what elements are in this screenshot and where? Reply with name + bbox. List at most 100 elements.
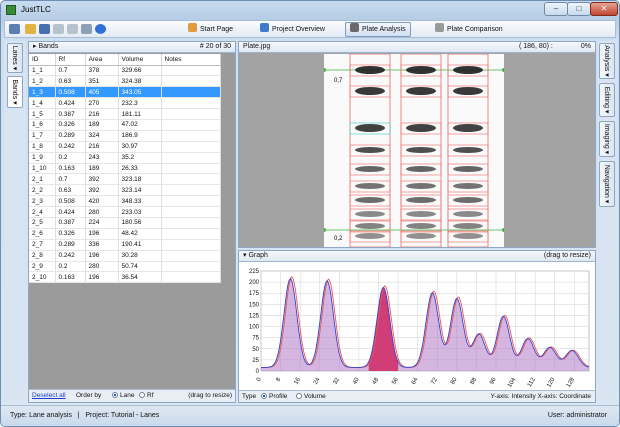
table-row[interactable]: 2_7 0.289 336 190.41 [29, 239, 221, 251]
table-row[interactable]: 2_5 0.387 224 180.56 [29, 217, 221, 229]
cell-rf: 0.326 [55, 119, 86, 131]
table-row[interactable]: 1_2 0.63 351 324.38 [29, 75, 221, 88]
col-volume[interactable]: Volume [118, 54, 162, 66]
cell-rf: 0.163 [55, 271, 86, 284]
table-row[interactable]: 2_9 0.2 280 50.74 [29, 261, 221, 273]
band-spot [355, 124, 385, 132]
plate-image[interactable]: 0,7 0,2 [324, 54, 504, 247]
side-tab-editing[interactable]: Editing ▾ [599, 83, 615, 117]
save-icon[interactable] [39, 24, 50, 34]
close-button[interactable]: ✕ [590, 2, 618, 16]
bands-footer: Deselect all Order by Lane Rf (drag to r… [29, 389, 235, 402]
side-tab-bands-label: Bands ▾ [11, 79, 18, 105]
status-left: Type: Lane analysis | Project: Tutorial … [10, 412, 160, 419]
order-lane-radio[interactable]: Lane [112, 390, 134, 402]
plate-zoom: 0% [580, 43, 591, 50]
graph-header: ▾ Graph (drag to resize) [239, 251, 595, 262]
table-row[interactable]: 1_4 0.424 270 232.3 [29, 97, 221, 110]
band-spot [355, 66, 385, 74]
table-row[interactable]: 1_3 0.508 405 343.05 [29, 86, 221, 99]
tab-start-page-label: Start Page [200, 26, 234, 33]
table-row[interactable]: 1_1 0.7 378 329.66 [29, 65, 221, 77]
table-row[interactable]: 2_10 0.163 196 36.54 [29, 271, 221, 284]
cell-volume: 329.66 [118, 65, 162, 77]
table-header-row: ID Rf Area Volume Notes [29, 54, 221, 66]
intensity-graph[interactable]: 0 25 50 75 100 125 150 175 200 225 0 8 16 24 32 40 48 56 6… [239, 263, 595, 391]
bands-header: ▸ Bands # 20 of 30 [29, 42, 235, 53]
col-notes[interactable]: Notes [161, 54, 221, 66]
band-spot [406, 197, 436, 203]
cell-area: 351 [85, 75, 119, 88]
minimize-button[interactable]: – [544, 2, 568, 16]
cell-notes [161, 163, 221, 175]
band-spot [406, 211, 436, 217]
band-spot [355, 233, 385, 239]
cell-id: 2_7 [29, 239, 56, 251]
table-row[interactable]: 2_6 0.326 196 48.42 [29, 228, 221, 240]
band-spot [453, 147, 483, 153]
side-tab-bands[interactable]: Bands ▾ [7, 76, 23, 108]
cell-rf: 0.163 [55, 163, 86, 175]
cell-id: 2_4 [29, 206, 56, 218]
radio-unchecked-icon [296, 393, 302, 399]
graph-profile-radio[interactable]: Profile [261, 391, 287, 402]
copy-icon[interactable] [67, 24, 78, 34]
cell-notes [161, 152, 221, 164]
cell-rf: 0.2 [55, 152, 86, 164]
tab-plate-comparison[interactable]: Plate Comparison [430, 22, 508, 37]
table-row[interactable]: 2_1 0.7 392 323.18 [29, 173, 221, 186]
open-folder-icon[interactable] [25, 24, 36, 34]
front-marker [324, 228, 326, 232]
cell-notes [161, 261, 221, 273]
col-area[interactable]: Area [85, 54, 119, 66]
table-row[interactable]: 2_8 0.242 196 30.28 [29, 250, 221, 262]
table-row[interactable]: 1_6 0.326 189 47.02 [29, 119, 221, 131]
menu-icon[interactable] [9, 24, 20, 34]
maximize-button[interactable]: □ [567, 2, 591, 16]
cell-volume: 36.54 [118, 271, 162, 284]
collapse-arrow-icon[interactable]: ▾ [243, 252, 247, 259]
cut-icon[interactable] [53, 24, 64, 34]
help-icon[interactable] [95, 24, 106, 34]
plate-analysis-icon [350, 23, 359, 32]
plate-filename: Plate.jpg [243, 43, 271, 50]
table-row[interactable]: 1_8 0.242 216 30.97 [29, 141, 221, 153]
cell-rf: 0.7 [55, 173, 86, 186]
table-row[interactable]: 2_3 0.508 420 348.33 [29, 195, 221, 208]
cell-area: 216 [85, 108, 119, 120]
table-row[interactable]: 1_9 0.2 243 35.2 [29, 152, 221, 164]
cell-rf: 0.242 [55, 250, 86, 262]
side-tab-imaging[interactable]: Imaging ▾ [599, 121, 615, 157]
deselect-all-link[interactable]: Deselect all [32, 390, 66, 402]
table-row[interactable]: 2_4 0.424 280 233.03 [29, 206, 221, 218]
side-tab-analysis-label: Analysis ▾ [603, 45, 610, 77]
tab-start-page[interactable]: Start Page [183, 22, 238, 37]
tab-project-overview[interactable]: Project Overview [255, 22, 330, 37]
cell-id: 2_1 [29, 173, 56, 186]
expand-arrow-icon[interactable]: ▸ [33, 43, 37, 50]
table-row[interactable]: 1_7 0.289 324 186.9 [29, 130, 221, 142]
table-row[interactable]: 2_2 0.63 392 323.14 [29, 184, 221, 197]
y-tick-label: 175 [249, 291, 260, 297]
order-rf-radio[interactable]: Rf [139, 390, 154, 402]
table-row[interactable]: 1_5 0.387 216 181.11 [29, 108, 221, 120]
forward-icon[interactable] [81, 24, 92, 34]
col-id[interactable]: ID [29, 54, 56, 66]
side-tab-analysis[interactable]: Analysis ▾ [599, 43, 615, 79]
cell-area: 189 [85, 119, 119, 131]
side-tab-navigation[interactable]: Navigation ▾ [599, 161, 615, 207]
cell-notes [161, 119, 221, 131]
cell-volume: 233.03 [118, 206, 162, 218]
band-spot [453, 223, 483, 229]
cell-notes [161, 239, 221, 251]
col-rf[interactable]: Rf [55, 54, 86, 66]
side-tab-lanes[interactable]: Lanes ▾ [7, 43, 23, 73]
graph-volume-radio[interactable]: Volume [296, 391, 326, 402]
side-tab-imaging-label: Imaging ▾ [603, 123, 610, 155]
tab-plate-analysis[interactable]: Plate Analysis [345, 22, 411, 37]
y-tick-label: 50 [252, 347, 259, 353]
table-row[interactable]: 1_10 0.163 189 26.33 [29, 163, 221, 175]
cell-id: 1_1 [29, 65, 56, 77]
y-tick-label: 100 [249, 325, 260, 331]
radio-checked-icon [261, 393, 267, 399]
